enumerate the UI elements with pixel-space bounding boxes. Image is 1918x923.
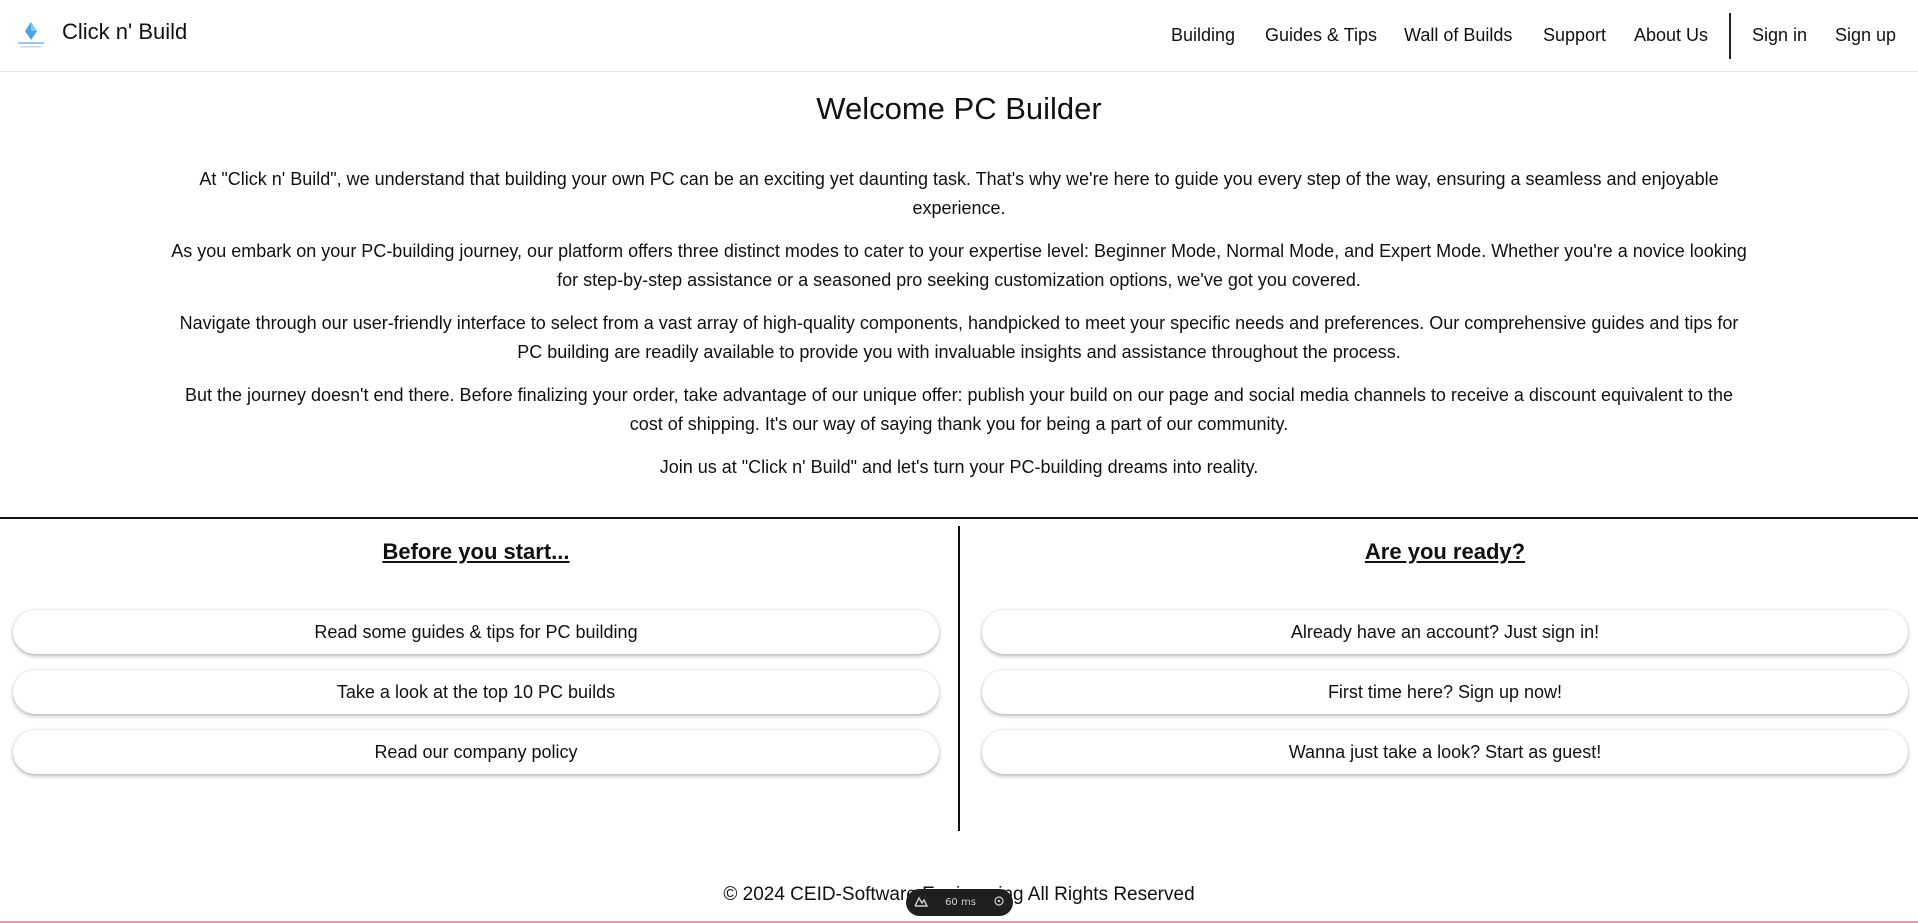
intro-paragraph: Join us at "Click n' Build" and let's tu…: [659, 457, 1259, 477]
section-divider: [0, 517, 1918, 519]
guides-tips-button[interactable]: Read some guides & tips for PC building: [13, 610, 939, 654]
nav-about-us[interactable]: About Us: [1634, 25, 1708, 46]
crosshair-icon[interactable]: [993, 895, 1005, 910]
perf-value: 60: [945, 897, 958, 908]
mountain-icon[interactable]: [914, 895, 929, 910]
column-divider: [958, 526, 960, 831]
before-you-start-heading: Before you start...: [382, 539, 570, 564]
intro-paragraph: Navigate through our user-friendly inter…: [179, 313, 1739, 362]
before-you-start-section: Before you start... Read some guides & t…: [13, 535, 939, 790]
intro-paragraph: As you embark on your PC-building journe…: [171, 241, 1747, 290]
sign-up-button[interactable]: First time here? Sign up now!: [982, 670, 1908, 714]
are-you-ready-heading: Are you ready?: [1364, 539, 1526, 564]
guest-button[interactable]: Wanna just take a look? Start as guest!: [982, 730, 1908, 774]
nav-building[interactable]: Building: [1171, 25, 1235, 46]
site-header: Click n' Build Building Guides & Tips Wa…: [0, 0, 1918, 72]
page-title: Welcome PC Builder: [816, 91, 1102, 126]
main-nav: Building Guides & Tips Wall of Builds Su…: [0, 25, 1918, 49]
perf-readout: 60 ms: [945, 897, 976, 908]
intro-text: At "Click n' Build", we understand that …: [170, 165, 1748, 496]
perf-widget[interactable]: 60 ms: [906, 889, 1013, 916]
nav-sign-up[interactable]: Sign up: [1835, 25, 1896, 46]
perf-unit: ms: [960, 897, 976, 908]
top-builds-button[interactable]: Take a look at the top 10 PC builds: [13, 670, 939, 714]
nav-support[interactable]: Support: [1543, 25, 1606, 46]
nav-wall-of-builds[interactable]: Wall of Builds: [1404, 25, 1512, 46]
company-policy-button[interactable]: Read our company policy: [13, 730, 939, 774]
intro-paragraph: At "Click n' Build", we understand that …: [199, 169, 1719, 218]
intro-paragraph: But the journey doesn't end there. Befor…: [184, 385, 1734, 434]
sign-in-button[interactable]: Already have an account? Just sign in!: [982, 610, 1908, 654]
nav-guides-tips[interactable]: Guides & Tips: [1265, 25, 1377, 46]
nav-divider: [1729, 13, 1731, 59]
are-you-ready-section: Are you ready? Already have an account? …: [982, 535, 1908, 790]
nav-sign-in[interactable]: Sign in: [1752, 25, 1807, 46]
